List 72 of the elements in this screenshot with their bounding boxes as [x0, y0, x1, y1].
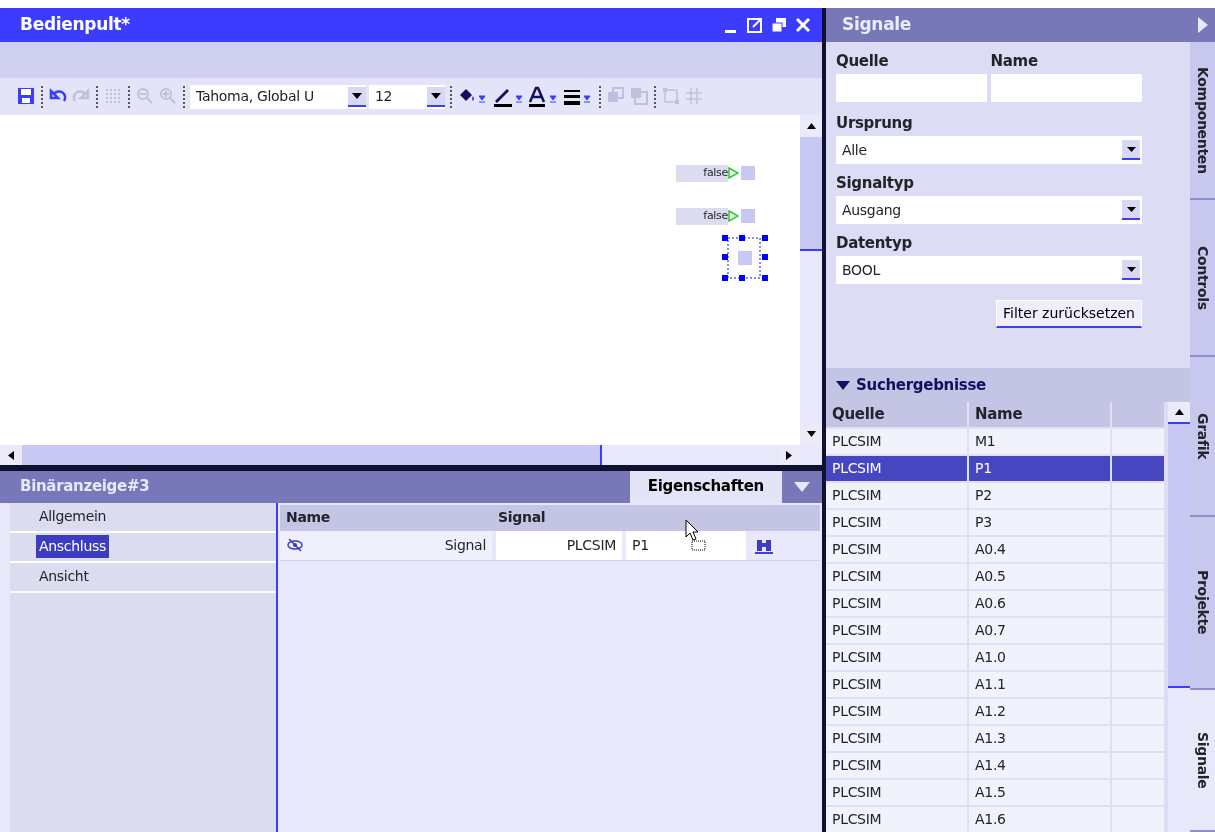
properties-tab[interactable]: Eigenschaften — [629, 470, 782, 503]
result-row[interactable]: PLCSIM A1.4 — [826, 753, 1164, 780]
play-triangle-icon — [728, 167, 739, 180]
column-header: Quelle — [826, 402, 969, 427]
dropdown-arrow-icon — [431, 92, 441, 99]
result-row[interactable]: PLCSIM A1.5 — [826, 780, 1164, 807]
arrow-right-icon — [786, 451, 792, 460]
result-row[interactable]: PLCSIM A1.6 — [826, 807, 1164, 832]
side-tab[interactable]: Signale — [1190, 690, 1215, 832]
result-row[interactable]: PLCSIM A1.0 — [826, 645, 1164, 672]
dropdown-arrow-icon — [1126, 146, 1136, 152]
dropdown[interactable]: Alle — [836, 136, 1142, 164]
font-family-combo[interactable]: Tahoma, Global U — [190, 84, 366, 109]
play-triangle-icon — [728, 210, 739, 223]
result-row[interactable]: PLCSIM A1.3 — [826, 726, 1164, 753]
close-icon[interactable] — [794, 16, 812, 34]
result-row[interactable]: PLCSIM P2 — [826, 483, 1164, 510]
scrollbar-thumb[interactable] — [22, 444, 602, 465]
font-color-icon[interactable] — [527, 85, 559, 108]
field-label: Quelle — [836, 51, 890, 72]
window-title: Bedienpult* — [20, 13, 130, 37]
arrow-up-icon — [1174, 409, 1184, 415]
result-row[interactable]: PLCSIM M1 — [826, 429, 1164, 456]
arrow-up-icon — [806, 123, 816, 129]
result-row[interactable]: PLCSIM A0.7 — [826, 618, 1164, 645]
panel-title: Binäranzeige#3 — [20, 476, 150, 498]
field-label: Datentyp — [836, 233, 913, 254]
field-label: Ursprung — [836, 113, 914, 134]
binary-display-label: false — [676, 165, 728, 182]
panel-title: Signale — [842, 13, 912, 37]
arrow-down-icon — [806, 430, 816, 437]
popout-icon[interactable] — [746, 16, 764, 34]
font-size-combo[interactable]: 12 — [369, 84, 445, 109]
nav-item[interactable]: Allgemein — [36, 505, 110, 528]
result-row[interactable]: PLCSIM A1.2 — [826, 699, 1164, 726]
table-cell-text: Signal — [444, 535, 486, 555]
dropdown[interactable]: Ausgang — [836, 196, 1142, 224]
result-row[interactable]: PLCSIM A0.5 — [826, 564, 1164, 591]
selected-object-drawing[interactable] — [720, 233, 770, 283]
hidden-eye-icon[interactable] — [286, 538, 304, 552]
nav-item[interactable]: Ansicht — [36, 565, 92, 588]
field-label: Signaltyp — [836, 173, 915, 194]
field-label: Name — [990, 51, 1039, 72]
dropdown-arrow-icon — [352, 92, 362, 99]
column-header: Name — [969, 402, 1112, 427]
collapse-right-icon[interactable] — [1197, 17, 1208, 33]
text-field[interactable] — [990, 74, 1142, 102]
scrollbar-thumb[interactable] — [800, 137, 822, 251]
result-row[interactable]: PLCSIM A1.1 — [826, 672, 1164, 699]
restore-icon[interactable] — [770, 16, 788, 34]
display-square — [741, 209, 755, 224]
dropdown[interactable]: BOOL — [836, 256, 1142, 284]
dropdown-arrow-icon — [1126, 206, 1136, 212]
mouse-cursor-icon — [685, 519, 707, 551]
column-header: Name — [285, 508, 332, 527]
result-row[interactable]: PLCSIM P3 — [826, 510, 1164, 537]
result-row[interactable]: PLCSIM A0.6 — [826, 591, 1164, 618]
display-square — [741, 166, 755, 181]
arrow-left-icon — [8, 451, 14, 460]
column-header: Signal — [497, 508, 547, 527]
dropdown-arrow-icon[interactable] — [794, 481, 810, 492]
section-title: Suchergebnisse — [856, 374, 986, 396]
text-field[interactable] — [836, 74, 987, 102]
signal-source-field[interactable]: PLCSIM — [496, 530, 622, 560]
scrollbar-thumb[interactable] — [1168, 424, 1190, 688]
nav-item[interactable]: Anschluss — [36, 535, 109, 558]
reset-filter-button[interactable]: Filter zurücksetzen — [996, 300, 1142, 328]
result-row[interactable]: PLCSIM P1 — [826, 456, 1164, 483]
collapse-triangle-icon[interactable] — [836, 380, 850, 390]
result-row[interactable]: PLCSIM A0.4 — [826, 537, 1164, 564]
binary-display-label: false — [676, 208, 728, 225]
dropdown-arrow-icon — [1126, 266, 1136, 272]
